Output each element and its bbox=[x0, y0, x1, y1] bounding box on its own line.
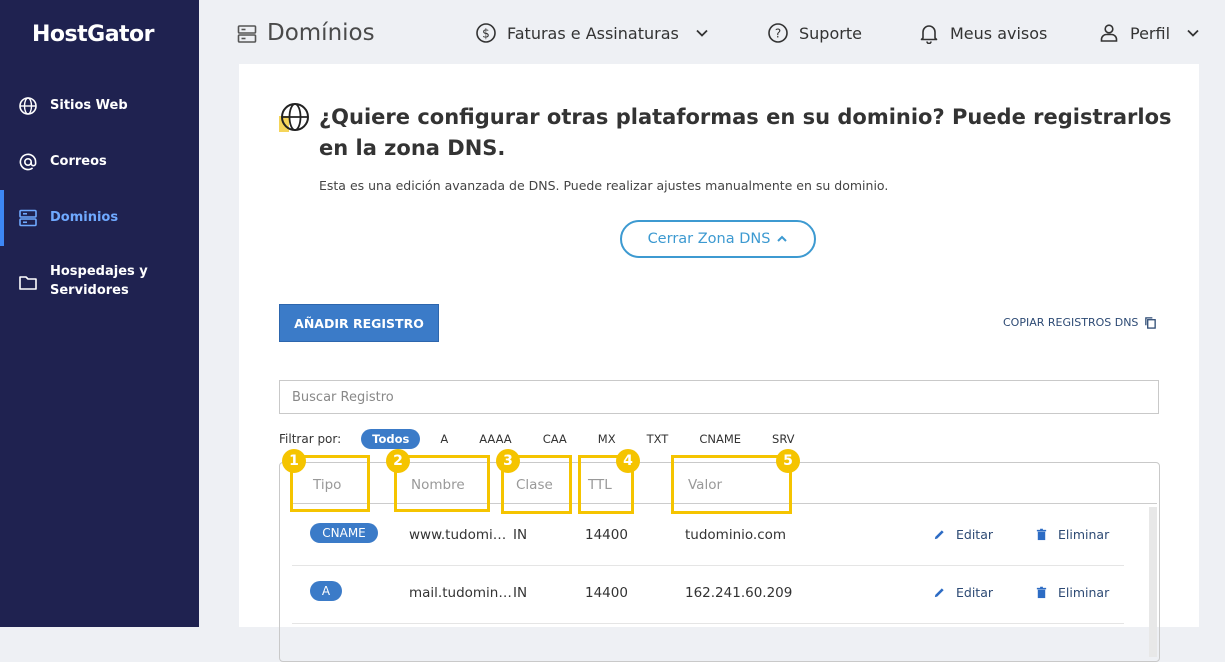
search-record-input[interactable] bbox=[279, 380, 1159, 414]
close-dns-label: Cerrar Zona DNS bbox=[647, 231, 771, 247]
label-line-1: Hospedajes y bbox=[50, 264, 148, 279]
server-icon bbox=[237, 25, 257, 43]
help-icon: ? bbox=[768, 23, 788, 43]
globe-icon bbox=[19, 97, 37, 115]
record-value: tudominio.com bbox=[685, 527, 787, 543]
trash-icon bbox=[1036, 528, 1047, 541]
pencil-icon bbox=[934, 530, 944, 540]
notices-label: Meus avisos bbox=[950, 23, 1048, 43]
sidebar-item-label: Hospedajes y Servidores bbox=[50, 262, 148, 300]
profile-menu[interactable]: Perfil bbox=[1098, 22, 1200, 44]
folder-icon bbox=[19, 276, 37, 290]
filter-chip-caa[interactable]: CAA bbox=[532, 429, 578, 449]
sidebar-item-label: Sitios Web bbox=[50, 98, 128, 113]
profile-label: Perfil bbox=[1130, 23, 1171, 43]
column-header-nombre[interactable]: Nombre bbox=[411, 477, 465, 493]
filter-chip-mx[interactable]: MX bbox=[587, 429, 627, 449]
record-ttl: 14400 bbox=[585, 527, 628, 543]
dollar-icon: $ bbox=[476, 23, 496, 43]
dns-records-table: Tipo Nombre Clase TTL Valor CNAME www.tu… bbox=[279, 462, 1160, 662]
copy-icon bbox=[1145, 317, 1157, 329]
annotation-number-3: 3 bbox=[496, 449, 520, 473]
annotation-number-2: 2 bbox=[386, 449, 410, 473]
filter-chip-a[interactable]: A bbox=[429, 429, 459, 449]
filter-chip-aaaa[interactable]: AAAA bbox=[468, 429, 522, 449]
notices-link[interactable]: Meus avisos bbox=[918, 22, 1047, 44]
bell-icon bbox=[920, 25, 938, 44]
support-label: Suporte bbox=[799, 23, 862, 43]
at-icon bbox=[19, 153, 37, 171]
record-name: www.tudomi… bbox=[409, 527, 507, 543]
user-icon bbox=[1100, 24, 1118, 42]
edit-label: Editar bbox=[956, 527, 994, 542]
svg-text:$: $ bbox=[482, 27, 490, 41]
filter-label: Filtrar por: bbox=[279, 432, 342, 446]
globe-icon bbox=[279, 103, 309, 132]
record-name: mail.tudomin… bbox=[409, 585, 512, 601]
label-line-2: Servidores bbox=[50, 283, 129, 298]
add-record-button[interactable]: AÑADIR REGISTRO bbox=[279, 304, 439, 342]
trash-icon bbox=[1036, 586, 1047, 599]
active-indicator bbox=[0, 190, 4, 246]
billing-label: Faturas e Assinaturas bbox=[507, 23, 679, 43]
copy-dns-records-link[interactable]: COPIAR REGISTROS DNS bbox=[1003, 316, 1157, 329]
page-title: Domínios bbox=[267, 20, 375, 46]
record-value: 162.241.60.209 bbox=[685, 585, 793, 601]
delete-label: Eliminar bbox=[1058, 527, 1110, 542]
promo-title: ¿Quiere configurar otras plataformas en … bbox=[319, 105, 1172, 160]
table-row: CNAME www.tudomi… IN 14400 tudominio.com… bbox=[292, 507, 1124, 565]
filter-chip-srv[interactable]: SRV bbox=[761, 429, 806, 449]
pencil-icon bbox=[934, 588, 944, 598]
record-type-badge: CNAME bbox=[310, 523, 378, 543]
sidebar: HostGator Sitios Web Correos Dominios Ho… bbox=[0, 0, 199, 627]
server-icon bbox=[19, 209, 37, 227]
delete-label: Eliminar bbox=[1058, 585, 1110, 600]
record-type-badge: A bbox=[310, 581, 342, 601]
dns-zone-card: ¿Quiere configurar otras plataformas en … bbox=[239, 64, 1199, 662]
column-header-ttl[interactable]: TTL bbox=[588, 477, 612, 493]
filter-bar: Filtrar por: Todos A AAAA CAA MX TXT CNA… bbox=[279, 428, 815, 450]
annotation-number-1: 1 bbox=[282, 449, 306, 473]
chevron-up-icon bbox=[777, 235, 788, 242]
promo-subtitle: Esta es una edición avanzada de DNS. Pue… bbox=[319, 178, 889, 193]
close-dns-zone-button[interactable]: Cerrar Zona DNS bbox=[620, 220, 816, 258]
filter-chip-txt[interactable]: TXT bbox=[636, 429, 680, 449]
chevron-down-icon bbox=[1187, 29, 1199, 37]
edit-label: Editar bbox=[956, 585, 994, 600]
svg-text:?: ? bbox=[775, 27, 781, 41]
row-divider bbox=[292, 623, 1124, 624]
table-scrollbar[interactable] bbox=[1149, 507, 1157, 657]
column-header-clase[interactable]: Clase bbox=[516, 477, 553, 493]
record-ttl: 14400 bbox=[585, 585, 628, 601]
chevron-down-icon bbox=[696, 29, 708, 37]
top-header: Domínios $ Faturas e Assinaturas ? Supor… bbox=[199, 0, 1225, 64]
header-divider bbox=[292, 503, 1157, 504]
record-class: IN bbox=[513, 527, 528, 543]
column-header-tipo[interactable]: Tipo bbox=[313, 477, 341, 493]
billing-menu[interactable]: $ Faturas e Assinaturas bbox=[475, 22, 709, 44]
support-link[interactable]: ? Suporte bbox=[767, 22, 862, 44]
edit-record-button[interactable]: Editar bbox=[933, 527, 993, 542]
column-header-valor[interactable]: Valor bbox=[688, 477, 722, 493]
table-row: A mail.tudomin… IN 14400 162.241.60.209 … bbox=[292, 565, 1124, 623]
edit-record-button[interactable]: Editar bbox=[933, 585, 993, 600]
delete-record-button[interactable]: Eliminar bbox=[1035, 585, 1109, 600]
filter-chip-todos[interactable]: Todos bbox=[361, 429, 421, 449]
hostgator-logo[interactable]: HostGator bbox=[32, 22, 155, 47]
copy-label: COPIAR REGISTROS DNS bbox=[1003, 316, 1139, 329]
sidebar-item-label: Dominios bbox=[50, 210, 119, 225]
annotation-number-5: 5 bbox=[776, 449, 800, 473]
annotation-number-4: 4 bbox=[616, 449, 640, 473]
filter-chip-cname[interactable]: CNAME bbox=[688, 429, 752, 449]
record-class: IN bbox=[513, 585, 528, 601]
delete-record-button[interactable]: Eliminar bbox=[1035, 527, 1109, 542]
sidebar-item-label: Correos bbox=[50, 154, 107, 169]
